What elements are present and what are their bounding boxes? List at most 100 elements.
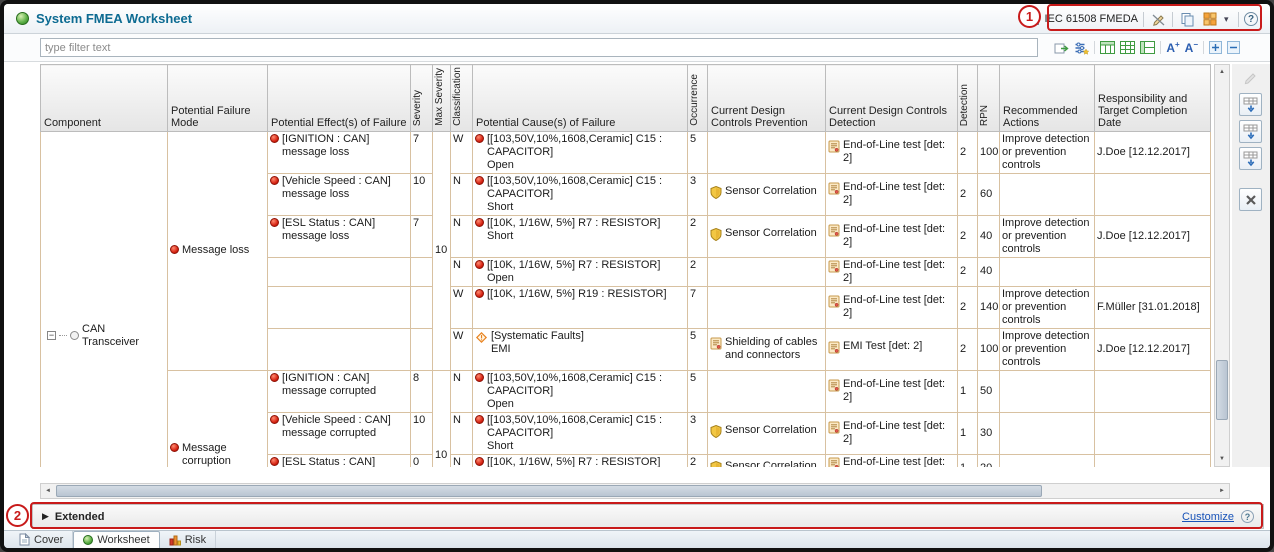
font-increase-icon[interactable]: A+ (1166, 40, 1179, 56)
cell-cause[interactable]: [[10K, 1/16W, 5%] R7 : RESISTOR]Short (473, 215, 688, 257)
cell-rpn[interactable]: 20 (978, 454, 1000, 467)
cell-severity[interactable]: 10 (411, 412, 433, 454)
cell-detection_controls[interactable]: End-of-Line test [det: 2] (826, 454, 958, 467)
cell-detection[interactable]: 2 (958, 286, 978, 328)
cell-detection[interactable]: 1 (958, 370, 978, 412)
tab-risk[interactable]: Risk (160, 531, 216, 548)
cell-classification[interactable]: W (451, 328, 473, 370)
scroll-up-arrow[interactable]: ▲ (1215, 65, 1229, 79)
cell-prevention[interactable]: Sensor Correlation (708, 215, 826, 257)
cell-detection_controls[interactable]: End-of-Line test [det: 2] (826, 286, 958, 328)
cell-rpn[interactable]: 30 (978, 412, 1000, 454)
cell-rpn[interactable]: 140 (978, 286, 1000, 328)
cell-detection[interactable]: 1 (958, 412, 978, 454)
cell-effect[interactable] (268, 257, 411, 286)
cell-occurrence[interactable]: 2 (688, 257, 708, 286)
cell-classification[interactable]: N (451, 370, 473, 412)
cell-max_severity[interactable]: 10 (433, 370, 451, 467)
vertical-scroll-thumb[interactable] (1216, 360, 1228, 420)
table-view-grid-icon[interactable] (1120, 40, 1135, 56)
cell-prevention[interactable] (708, 257, 826, 286)
cell-cause[interactable]: [[10K, 1/16W, 5%] R7 : RESISTOR]Open (473, 257, 688, 286)
view-settings-icon[interactable] (1074, 40, 1089, 56)
table-view-header-icon[interactable] (1100, 40, 1115, 56)
cell-responsibility[interactable]: J.Doe [12.12.2017] (1095, 131, 1211, 173)
cell-rpn[interactable]: 100 (978, 328, 1000, 370)
cell-detection[interactable]: 1 (958, 454, 978, 467)
cell-effect[interactable]: [IGNITION : CAN]message loss (268, 131, 411, 173)
cell-classification[interactable]: N (451, 215, 473, 257)
cell-recommended[interactable] (1000, 454, 1095, 467)
cell-prevention[interactable] (708, 286, 826, 328)
font-decrease-icon[interactable]: A− (1185, 40, 1198, 56)
cell-severity[interactable] (411, 257, 433, 286)
insert-below-button-1[interactable] (1239, 93, 1262, 116)
cell-rpn[interactable]: 40 (978, 257, 1000, 286)
insert-below-button-3[interactable] (1239, 147, 1262, 170)
cell-classification[interactable]: W (451, 286, 473, 328)
cell-responsibility[interactable] (1095, 173, 1211, 215)
cell-component[interactable]: −CAN Transceiver (41, 131, 168, 467)
scroll-left-arrow[interactable]: ◄ (41, 484, 55, 498)
cell-recommended[interactable]: Improve detection or prevention controls (1000, 328, 1095, 370)
cell-effect[interactable]: [Vehicle Speed : CAN]message corrupted (268, 412, 411, 454)
cell-classification[interactable]: N (451, 173, 473, 215)
cell-occurrence[interactable]: 7 (688, 286, 708, 328)
cell-effect[interactable]: [IGNITION : CAN]message corrupted (268, 370, 411, 412)
cell-effect[interactable]: [ESL Status : CAN]message corrupted (268, 454, 411, 467)
cell-max_severity[interactable]: 10 (433, 131, 451, 370)
cell-effect[interactable] (268, 328, 411, 370)
tree-expander[interactable]: − (47, 331, 56, 340)
cell-recommended[interactable]: Improve detection or prevention controls (1000, 215, 1095, 257)
cell-failure_mode[interactable]: Message corruption (168, 370, 268, 467)
cell-occurrence[interactable]: 2 (688, 454, 708, 467)
cell-occurrence[interactable]: 5 (688, 131, 708, 173)
insert-below-button-2[interactable] (1239, 120, 1262, 143)
cell-rpn[interactable]: 100 (978, 131, 1000, 173)
cell-severity[interactable]: 8 (411, 370, 433, 412)
cell-occurrence[interactable]: 2 (688, 215, 708, 257)
tab-cover[interactable]: Cover (10, 531, 73, 548)
cell-severity[interactable]: 7 (411, 215, 433, 257)
export-icon[interactable] (1054, 40, 1069, 56)
cell-cause[interactable]: [[103,50V,10%,1608,Ceramic] C15 : CAPACI… (473, 412, 688, 454)
cell-cause[interactable]: [[103,50V,10%,1608,Ceramic] C15 : CAPACI… (473, 131, 688, 173)
horizontal-scroll-thumb[interactable] (56, 485, 1042, 497)
cell-cause[interactable]: [[103,50V,10%,1608,Ceramic] C15 : CAPACI… (473, 370, 688, 412)
scroll-right-arrow[interactable]: ► (1215, 484, 1229, 498)
cell-effect[interactable] (268, 286, 411, 328)
delete-row-button[interactable] (1239, 188, 1262, 211)
cell-prevention[interactable] (708, 370, 826, 412)
cell-recommended[interactable] (1000, 412, 1095, 454)
cell-detection_controls[interactable]: End-of-Line test [det: 2] (826, 412, 958, 454)
scroll-down-arrow[interactable]: ▼ (1215, 452, 1229, 466)
cell-detection_controls[interactable]: End-of-Line test [det: 2] (826, 131, 958, 173)
cell-prevention[interactable]: Sensor Correlation (708, 454, 826, 467)
cell-recommended[interactable] (1000, 370, 1095, 412)
cell-failure_mode[interactable]: Message loss (168, 131, 268, 370)
collapse-all-icon[interactable] (1227, 40, 1240, 56)
tab-worksheet[interactable]: Worksheet (73, 531, 159, 548)
cell-detection_controls[interactable]: End-of-Line test [det: 2] (826, 173, 958, 215)
cell-prevention[interactable]: Sensor Correlation (708, 412, 826, 454)
cell-occurrence[interactable]: 3 (688, 173, 708, 215)
cell-detection[interactable]: 2 (958, 257, 978, 286)
cell-detection[interactable]: 2 (958, 328, 978, 370)
cell-responsibility[interactable] (1095, 370, 1211, 412)
cell-recommended[interactable] (1000, 173, 1095, 215)
cell-detection_controls[interactable]: End-of-Line test [det: 2] (826, 215, 958, 257)
cell-cause[interactable]: [Systematic Faults]EMI (473, 328, 688, 370)
cell-occurrence[interactable]: 3 (688, 412, 708, 454)
cell-rpn[interactable]: 40 (978, 215, 1000, 257)
cell-responsibility[interactable] (1095, 454, 1211, 467)
cell-occurrence[interactable]: 5 (688, 328, 708, 370)
cell-responsibility[interactable] (1095, 412, 1211, 454)
cell-detection[interactable]: 2 (958, 173, 978, 215)
cell-recommended[interactable]: Improve detection or prevention controls (1000, 131, 1095, 173)
cell-detection_controls[interactable]: End-of-Line test [det: 2] (826, 257, 958, 286)
cell-classification[interactable]: W (451, 131, 473, 173)
cell-prevention[interactable] (708, 131, 826, 173)
cell-effect[interactable]: [ESL Status : CAN]message loss (268, 215, 411, 257)
cell-detection[interactable]: 2 (958, 131, 978, 173)
cell-classification[interactable]: N (451, 257, 473, 286)
